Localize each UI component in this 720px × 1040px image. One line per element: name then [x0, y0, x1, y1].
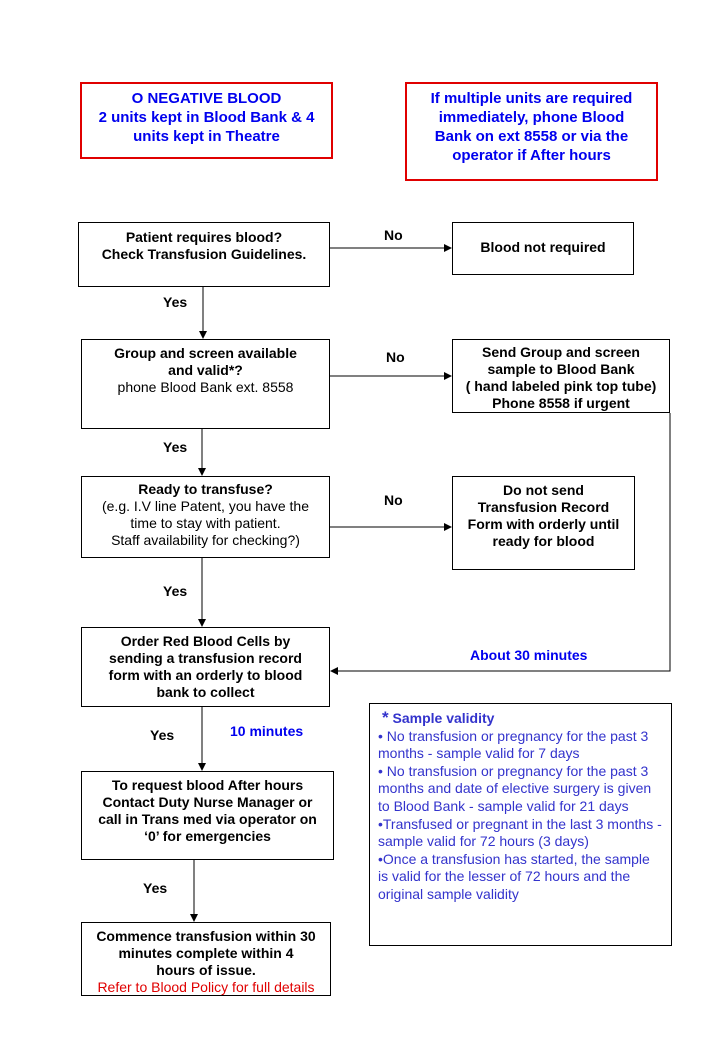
step-text: call in Trans med via operator on [98, 811, 317, 827]
step-text: Transfusion Record [477, 499, 610, 515]
step-text: Commence transfusion within 30 [96, 928, 316, 944]
step-send-sample: Send Group and screen sample to Blood Ba… [452, 339, 670, 413]
step-text: Phone 8558 if urgent [492, 395, 630, 411]
asterisk: * [382, 708, 389, 727]
o-negative-notice: O NEGATIVE BLOOD 2 units kept in Blood B… [80, 82, 333, 159]
label-about-30-minutes: About 30 minutes [470, 647, 588, 663]
step-commence-transfusion: Commence transfusion within 30 minutes c… [81, 922, 331, 996]
step-text: To request blood After hours [111, 777, 304, 793]
step-patient-requires-blood: Patient requires blood? Check Transfusio… [78, 222, 330, 287]
notice-line: If multiple units are required [430, 90, 633, 107]
step-text: minutes complete within 4 [118, 945, 294, 961]
label-yes: Yes [163, 583, 188, 599]
notice-line: immediately, phone Blood [438, 109, 625, 126]
step-text: Patient requires blood? [125, 229, 283, 245]
step-text: Blood not required [480, 239, 606, 255]
step-text: Check Transfusion Guidelines. [101, 246, 307, 262]
multiple-units-notice: If multiple units are required immediate… [405, 82, 658, 181]
sample-validity-box: * Sample validity • No transfusion or pr… [369, 703, 672, 946]
step-after-hours: To request blood After hours Contact Dut… [81, 771, 334, 860]
label-yes: Yes [163, 294, 188, 310]
step-text: sending a transfusion record [109, 650, 302, 666]
notice-line: 2 units kept in Blood Bank & 4 [98, 109, 315, 126]
validity-item: •Once a transfusion has started, the sam… [378, 850, 650, 902]
notice-line: O NEGATIVE BLOOD [131, 90, 282, 107]
step-text: hours of issue. [156, 962, 256, 978]
notice-line: units kept in Theatre [133, 128, 280, 145]
step-text: Group and screen available [114, 345, 297, 361]
label-yes: Yes [143, 880, 168, 896]
policy-reference: Refer to Blood Policy for full details [97, 979, 315, 995]
step-text: Staff availability for checking?) [111, 532, 300, 548]
step-text: Order Red Blood Cells by [120, 633, 291, 649]
step-text: Form with orderly until [467, 516, 620, 532]
step-blood-not-required: Blood not required [452, 222, 634, 275]
step-text: Do not send [503, 482, 584, 498]
step-text: form with an orderly to blood [108, 667, 303, 683]
step-text: Contact Duty Nurse Manager or [102, 794, 313, 810]
label-yes: Yes [163, 439, 188, 455]
validity-title-text: Sample validity [392, 710, 495, 726]
step-text: Send Group and screen [482, 344, 640, 360]
step-group-and-screen: Group and screen available and valid*? p… [81, 339, 330, 429]
validity-item: • No transfusion or pregnancy for the pa… [378, 727, 649, 762]
label-no: No [384, 227, 403, 243]
label-10-minutes: 10 minutes [230, 723, 304, 739]
step-text: ready for blood [492, 533, 595, 549]
step-text: phone Blood Bank ext. 8558 [117, 379, 294, 395]
step-do-not-send: Do not send Transfusion Record Form with… [452, 476, 635, 570]
step-text: and valid*? [168, 362, 243, 378]
label-no: No [384, 492, 403, 508]
notice-line: Bank on ext 8558 or via the [434, 128, 629, 145]
step-text: bank to collect [156, 684, 255, 700]
step-ready-to-transfuse: Ready to transfuse? (e.g. I.V line Paten… [81, 476, 330, 558]
notice-line: operator if After hours [452, 147, 611, 164]
step-text: sample to Blood Bank [487, 361, 635, 377]
label-no: No [386, 349, 405, 365]
step-text: Ready to transfuse? [138, 481, 273, 497]
step-order-red-blood-cells: Order Red Blood Cells by sending a trans… [81, 627, 330, 707]
validity-title: * Sample validity [378, 709, 663, 728]
step-text: ‘0’ for emergencies [144, 828, 271, 844]
validity-item: •Transfused or pregnant in the last 3 mo… [378, 815, 662, 850]
step-text: (e.g. I.V line Patent, you have the [101, 498, 310, 514]
step-text: time to stay with patient. [130, 515, 281, 531]
step-text: ( hand labeled pink top tube) [465, 378, 657, 394]
validity-item: • No transfusion or pregnancy for the pa… [378, 762, 652, 814]
label-yes: Yes [150, 727, 175, 743]
transfusion-flowchart: O NEGATIVE BLOOD 2 units kept in Blood B… [0, 0, 720, 1040]
